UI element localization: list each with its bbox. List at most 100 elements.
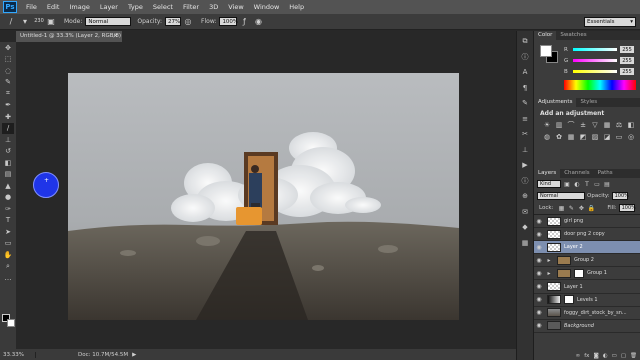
tab-styles[interactable]: Styles xyxy=(576,98,601,107)
color-lookup-icon[interactable]: ▦ xyxy=(566,132,576,142)
brightness-icon[interactable]: ☀ xyxy=(542,120,552,130)
hand-tool-icon[interactable]: ✋ xyxy=(2,249,14,261)
chevron-down-icon[interactable]: ▾ xyxy=(20,17,30,27)
canvas-area[interactable]: + xyxy=(16,42,516,347)
levels-icon[interactable]: ▥ xyxy=(554,120,564,130)
document-tab[interactable]: Untitled-1 @ 33.3% (Layer 2, RGB/8) * × xyxy=(16,31,122,50)
fx-icon[interactable]: fx xyxy=(584,353,589,360)
clone-stamp-tool-icon[interactable]: ⊥ xyxy=(2,134,14,146)
menu-select[interactable]: Select xyxy=(148,0,178,14)
visibility-eye-icon[interactable]: ◉ xyxy=(534,218,544,225)
color-spectrum[interactable] xyxy=(564,80,636,90)
crop-tool-icon[interactable]: ⌗ xyxy=(2,88,14,100)
layer-fill-input[interactable]: 100% xyxy=(618,204,636,212)
bw-icon[interactable]: ◧ xyxy=(626,120,636,130)
workspace-select[interactable]: Essentials ▾ xyxy=(584,17,636,27)
document-canvas[interactable] xyxy=(68,73,459,320)
slider-red[interactable]: R 255 xyxy=(564,45,639,54)
eraser-tool-icon[interactable]: ◧ xyxy=(2,157,14,169)
brush-panel-icon[interactable]: ▣ xyxy=(46,17,56,27)
lock-transparent-icon[interactable]: ▦ xyxy=(557,204,565,212)
layer-row[interactable]: ◉ Levels 1 xyxy=(534,294,640,307)
hue-icon[interactable]: ▦ xyxy=(602,120,612,130)
menu-layer[interactable]: Layer xyxy=(95,0,123,14)
marquee-tool-icon[interactable]: ⬚ xyxy=(2,54,14,66)
flow-input[interactable]: 100% xyxy=(219,17,238,26)
curves-icon[interactable]: ⌒ xyxy=(566,120,576,130)
pressure-opacity-icon[interactable]: ◎ xyxy=(183,17,193,27)
menu-edit[interactable]: Edit xyxy=(42,0,65,14)
lock-pixels-icon[interactable]: ✎ xyxy=(567,204,575,212)
gradient-map-icon[interactable]: ▭ xyxy=(614,132,624,142)
background-color-swatch[interactable] xyxy=(7,319,15,327)
3d-icon[interactable]: ◆ xyxy=(519,221,531,233)
color-swatches[interactable] xyxy=(2,314,16,328)
menu-view[interactable]: View xyxy=(223,0,248,14)
visibility-eye-icon[interactable]: ◉ xyxy=(534,283,544,290)
visibility-eye-icon[interactable]: ◉ xyxy=(534,309,544,316)
slider-value[interactable]: 255 xyxy=(620,57,634,64)
filter-type-icon[interactable]: T xyxy=(583,180,591,188)
layer-row[interactable]: ◉ ▸ Group 2 xyxy=(534,254,640,268)
exposure-icon[interactable]: ± xyxy=(578,120,588,130)
zoom-level[interactable]: 33.33% xyxy=(0,351,36,358)
type-tool-icon[interactable]: T xyxy=(2,215,14,227)
visibility-eye-icon[interactable]: ◉ xyxy=(534,322,544,329)
selective-color-icon[interactable]: ◎ xyxy=(626,132,636,142)
move-tool-icon[interactable]: ✥ xyxy=(2,42,14,54)
brush-tool-icon[interactable]: / xyxy=(2,122,14,134)
mode-select[interactable]: Normal xyxy=(85,17,132,26)
visibility-eye-icon[interactable]: ◉ xyxy=(534,296,544,303)
blend-mode-select[interactable]: Normal xyxy=(537,192,585,200)
tab-color[interactable]: Color xyxy=(534,31,557,40)
filter-adjust-icon[interactable]: ◐ xyxy=(573,180,581,188)
close-icon[interactable]: × xyxy=(113,31,118,42)
history-icon[interactable]: ⧉ xyxy=(519,35,531,47)
color-balance-icon[interactable]: ⚖ xyxy=(614,120,624,130)
posterize-icon[interactable]: ▨ xyxy=(590,132,600,142)
filter-smart-icon[interactable]: ▤ xyxy=(603,180,611,188)
layer-row[interactable]: ◉ ▸ Group 1 xyxy=(534,267,640,281)
layer-row[interactable]: ◉ girl png xyxy=(534,215,640,229)
foreground-color-swatch[interactable] xyxy=(540,45,552,57)
brush-size[interactable]: 230 xyxy=(34,19,44,24)
brush-presets-icon[interactable]: ≡ xyxy=(519,113,531,125)
chevron-right-icon[interactable]: ▸ xyxy=(544,257,554,264)
opacity-input[interactable]: 27% xyxy=(165,17,182,26)
trash-icon[interactable]: 🗑 xyxy=(630,353,637,360)
visibility-eye-icon[interactable]: ◉ xyxy=(534,231,544,238)
healing-tool-icon[interactable]: ✚ xyxy=(2,111,14,123)
dodge-tool-icon[interactable]: ● xyxy=(2,192,14,204)
blur-tool-icon[interactable]: ▲ xyxy=(2,180,14,192)
lock-all-icon[interactable]: 🔒 xyxy=(587,204,595,212)
tab-paths[interactable]: Paths xyxy=(594,169,617,178)
path-select-tool-icon[interactable]: ➤ xyxy=(2,226,14,238)
folder-icon[interactable]: ▭ xyxy=(612,353,617,360)
invert-icon[interactable]: ◩ xyxy=(578,132,588,142)
actions-icon[interactable]: ▶ xyxy=(519,159,531,171)
brush-panel-icon[interactable]: ✎ xyxy=(519,97,531,109)
adjustment-icon[interactable]: ◐ xyxy=(603,353,608,360)
zoom-tool-icon[interactable]: ⌕ xyxy=(2,261,14,273)
shape-tool-icon[interactable]: ▭ xyxy=(2,238,14,250)
menu-3d[interactable]: 3D xyxy=(204,0,223,14)
lock-position-icon[interactable]: ✥ xyxy=(577,204,585,212)
character-icon[interactable]: A xyxy=(519,66,531,78)
history-brush-tool-icon[interactable]: ↺ xyxy=(2,146,14,158)
layer-row[interactable]: ◉ door png 2 copy xyxy=(534,228,640,242)
airbrush-icon[interactable]: ƒ xyxy=(239,17,249,27)
clone-source-icon[interactable]: ⊥ xyxy=(519,144,531,156)
menu-filter[interactable]: Filter xyxy=(178,0,204,14)
lasso-tool-icon[interactable]: ◌ xyxy=(2,65,14,77)
paragraph-icon[interactable]: ¶ xyxy=(519,82,531,94)
layer-opacity-input[interactable]: 100% xyxy=(611,192,629,200)
filter-shape-icon[interactable]: ▭ xyxy=(593,180,601,188)
chevron-right-icon[interactable]: ▸ xyxy=(544,270,554,277)
pressure-size-icon[interactable]: ◉ xyxy=(253,17,263,27)
more-tools-icon[interactable]: … xyxy=(2,272,14,284)
layer-row[interactable]: ◉ Layer 1 xyxy=(534,280,640,294)
timeline-icon[interactable]: ▦ xyxy=(519,237,531,249)
link-icon[interactable]: ∞ xyxy=(576,353,581,360)
new-layer-icon[interactable]: ▢ xyxy=(621,353,626,360)
pen-tool-icon[interactable]: ✑ xyxy=(2,203,14,215)
